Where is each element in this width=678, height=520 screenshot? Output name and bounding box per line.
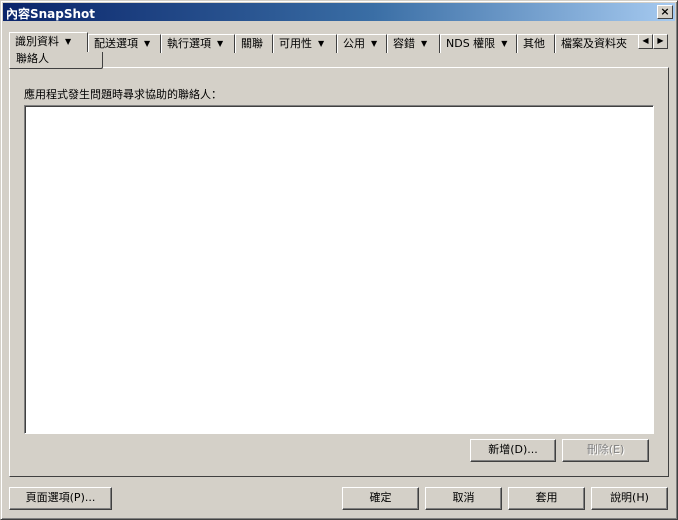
delete-button[interactable]: 刪除(E): [562, 439, 649, 462]
tab-label: 識別資料: [15, 35, 59, 48]
tab-distribution-options[interactable]: 配送選項 ▼: [88, 34, 161, 53]
tab-scroll-buttons: ◀ ▶: [638, 34, 668, 49]
tab-common[interactable]: 公用 ▼: [337, 34, 387, 53]
contacts-label: 應用程式發生問題時尋求協助的聯絡人：: [24, 88, 222, 101]
tab-label: 配送選項: [94, 37, 138, 50]
ok-button[interactable]: 確定: [342, 487, 419, 510]
tab-run-options[interactable]: 執行選項 ▼: [161, 34, 235, 53]
tab-associations[interactable]: 關聯: [235, 34, 273, 53]
tab-label: 其他: [523, 37, 545, 50]
chevron-down-icon: ▼: [371, 39, 378, 48]
contacts-list[interactable]: [24, 105, 654, 434]
apply-button[interactable]: 套用: [508, 487, 585, 510]
chevron-down-icon: ▼: [318, 39, 325, 48]
tab-label: 容錯: [393, 37, 415, 50]
scroll-left-icon[interactable]: ◀: [638, 34, 653, 49]
tab-other[interactable]: 其他: [517, 34, 555, 53]
chevron-down-icon: ▼: [421, 39, 428, 48]
tab-files-and-folders[interactable]: 檔案及資料夾: [555, 34, 638, 53]
cancel-button[interactable]: 取消: [425, 487, 502, 510]
page-options-button[interactable]: 頁面選項(P)...: [9, 487, 112, 510]
tab-label: 可用性: [279, 37, 312, 50]
tab-label: 關聯: [241, 37, 263, 50]
tab-availability[interactable]: 可用性 ▼: [273, 34, 337, 53]
tab-fault-tolerance[interactable]: 容錯 ▼: [387, 34, 440, 53]
help-button[interactable]: 說明(H): [591, 487, 668, 510]
scroll-right-icon[interactable]: ▶: [653, 34, 668, 49]
chevron-down-icon: ▼: [501, 39, 508, 48]
tab-label: 執行選項: [167, 37, 211, 50]
chevron-down-icon: ▼: [144, 39, 151, 48]
title-bar[interactable]: 內容SnapShot ×: [3, 3, 675, 21]
tab-nds-rights[interactable]: NDS 權限 ▼: [440, 34, 517, 53]
tab-label: NDS 權限: [446, 37, 496, 50]
subtab-contacts[interactable]: 聯絡人: [9, 52, 103, 69]
close-button[interactable]: ×: [657, 5, 673, 19]
tab-label: 檔案及資料夾: [561, 37, 627, 50]
tab-label: 公用: [343, 37, 365, 50]
add-button[interactable]: 新增(D)...: [470, 439, 556, 462]
window-title: 內容SnapShot: [6, 7, 96, 21]
chevron-down-icon: ▼: [217, 39, 224, 48]
chevron-down-icon: ▼: [65, 37, 72, 46]
tab-strip: 識別資料 ▼ 配送選項 ▼ 執行選項 ▼ 關聯 可用性 ▼ 公用 ▼ 容錯 ▼ NDS 權限…: [9, 32, 667, 55]
